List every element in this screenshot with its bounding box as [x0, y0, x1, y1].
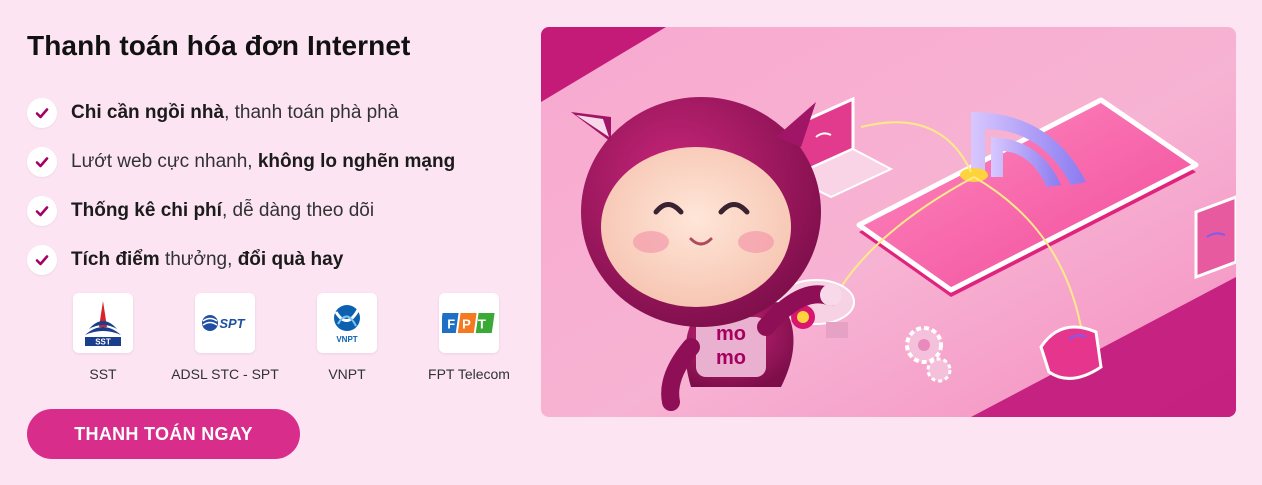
provider-name: VNPT — [328, 366, 366, 382]
svg-text:mo: mo — [716, 323, 746, 345]
feature-item: Thống kê chi phí, dễ dàng theo dõi — [27, 186, 455, 235]
hero-illustration: mo mo — [541, 27, 1236, 417]
feature-text: Thống kê chi phí, dễ dàng theo dõi — [71, 199, 375, 221]
svg-text:SST: SST — [95, 338, 111, 347]
provider-sst[interactable]: SST SST — [42, 293, 164, 382]
spt-logo-icon: SPT — [195, 293, 255, 353]
provider-name: SST — [89, 366, 117, 382]
pay-now-button[interactable]: THANH TOÁN NGAY — [27, 409, 300, 459]
svg-text:VNPT: VNPT — [336, 335, 357, 344]
check-icon — [27, 244, 57, 275]
provider-vnpt[interactable]: VNPT VNPT — [286, 293, 408, 382]
feature-list: Chi cần ngồi nhà, thanh toán phà phà Lướ… — [27, 88, 455, 284]
feature-item: Tích điểm thưởng, đổi quà hay — [27, 235, 455, 284]
svg-text:FPT: FPT — [447, 317, 493, 332]
vnpt-logo-icon: VNPT — [317, 293, 377, 353]
check-icon — [27, 97, 57, 128]
provider-spt[interactable]: SPT ADSL STC - SPT — [164, 293, 286, 382]
feature-item: Lướt web cực nhanh, không lo nghẽn mạng — [27, 137, 455, 186]
check-icon — [27, 146, 57, 177]
provider-name: ADSL STC - SPT — [171, 366, 279, 382]
svg-text:mo: mo — [716, 347, 746, 369]
tablet-icon — [1194, 195, 1236, 280]
provider-fpt[interactable]: FPT FPT Telecom — [408, 293, 530, 382]
feature-text: Chi cần ngồi nhà, thanh toán phà phà — [71, 101, 399, 123]
provider-list: SST SST SPT ADSL STC - SPT VNPT VNPT FPT… — [42, 293, 530, 382]
fpt-logo-icon: FPT — [439, 293, 499, 353]
smartwatch-icon — [1039, 325, 1103, 380]
check-icon — [27, 195, 57, 226]
feature-text: Lướt web cực nhanh, không lo nghẽn mạng — [71, 150, 456, 172]
page-title: Thanh toán hóa đơn Internet — [27, 30, 411, 61]
feature-text: Tích điểm thưởng, đổi quà hay — [71, 248, 344, 270]
feature-item: Chi cần ngồi nhà, thanh toán phà phà — [27, 88, 455, 137]
sst-logo-icon: SST — [73, 293, 133, 353]
provider-name: FPT Telecom — [428, 366, 510, 382]
promo-content: Thanh toán hóa đơn Internet Chi cần ngồi… — [0, 0, 530, 485]
svg-text:SPT: SPT — [219, 316, 245, 331]
